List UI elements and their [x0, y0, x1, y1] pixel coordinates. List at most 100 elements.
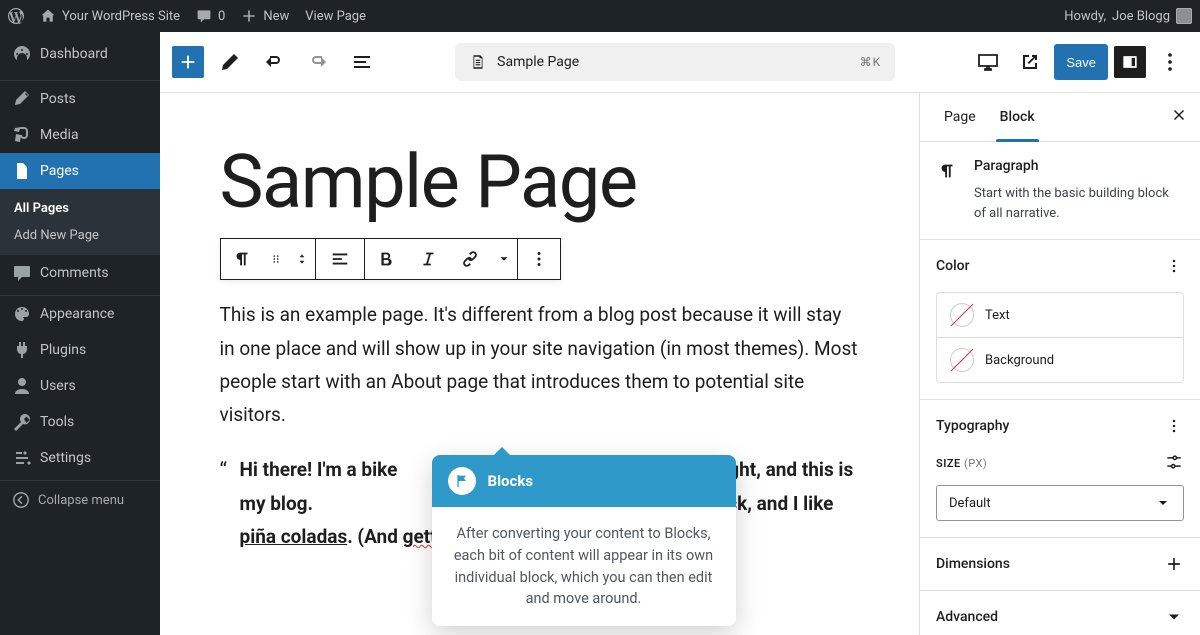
panel-color-header[interactable]: Color: [920, 240, 1200, 292]
media-icon: [12, 125, 32, 145]
add-block-button[interactable]: [172, 46, 204, 78]
new-link[interactable]: New: [233, 0, 297, 32]
redo-icon: [306, 50, 330, 74]
panel-dimensions-header[interactable]: Dimensions: [920, 538, 1200, 590]
tab-block[interactable]: Block: [988, 93, 1047, 141]
page-title[interactable]: Sample Page: [220, 145, 860, 220]
menu-settings[interactable]: Settings: [0, 440, 160, 476]
save-button[interactable]: Save: [1054, 44, 1108, 80]
menu-collapse[interactable]: Collapse menu: [0, 481, 160, 519]
menu-label: Users: [40, 378, 76, 394]
menu-label: Plugins: [40, 342, 86, 358]
menu-tools[interactable]: Tools: [0, 404, 160, 440]
menu-dashboard[interactable]: Dashboard: [0, 32, 160, 76]
tools-toggle-button[interactable]: [212, 44, 248, 80]
settings-sidebar: Page Block Paragraph Start with the basi…: [919, 93, 1200, 635]
editor-canvas[interactable]: Sample Page: [160, 93, 919, 635]
panel-block-info: Paragraph Start with the basic building …: [920, 142, 1200, 240]
italic-button[interactable]: [407, 238, 449, 280]
menu-pages[interactable]: Pages: [0, 153, 160, 189]
menu-label: Posts: [40, 91, 76, 107]
document-overview-button[interactable]: [344, 44, 380, 80]
bold-button[interactable]: [365, 238, 407, 280]
block-type-button[interactable]: [221, 238, 263, 280]
plus-icon: [1164, 554, 1184, 574]
editor-header: Sample Page ⌘K Save: [160, 32, 1200, 93]
comments-link[interactable]: 0: [188, 0, 233, 32]
more-format-button[interactable]: [491, 238, 517, 280]
plus-icon: [177, 51, 199, 73]
move-buttons[interactable]: [289, 238, 315, 280]
settings-toggle-button[interactable]: [1114, 46, 1146, 78]
bold-icon: [375, 248, 397, 270]
comment-count: 0: [218, 9, 225, 24]
link-pina-coladas[interactable]: piña coladas: [240, 525, 348, 548]
paragraph-block[interactable]: This is an example page. It's different …: [220, 298, 860, 431]
close-icon: [1170, 106, 1188, 124]
panel-color: Color Text Background: [920, 240, 1200, 400]
posts-icon: [12, 89, 32, 109]
align-button[interactable]: [316, 238, 364, 280]
close-settings-button[interactable]: [1170, 106, 1188, 128]
view-page-link[interactable]: View Page: [297, 0, 374, 32]
color-swatch-none-icon: [951, 304, 973, 326]
tab-page[interactable]: Page: [932, 93, 988, 141]
font-size-select[interactable]: Default: [936, 485, 1184, 521]
account-link[interactable]: Howdy, Joe Blogg: [1056, 0, 1200, 32]
menu-comments[interactable]: Comments: [0, 255, 160, 291]
color-text-button[interactable]: Text: [937, 293, 1183, 337]
flag-icon: [454, 473, 470, 489]
wordpress-logo-icon: [8, 8, 24, 24]
document-switcher[interactable]: Sample Page ⌘K: [455, 43, 895, 81]
menu-users[interactable]: Users: [0, 368, 160, 404]
move-up-down-icon: [295, 252, 309, 266]
menu-label: Comments: [40, 265, 109, 281]
settings-icon: [12, 448, 32, 468]
color-background-button[interactable]: Background: [937, 337, 1183, 382]
menu-label: Pages: [40, 163, 79, 179]
site-name-text: Your WordPress Site: [62, 9, 180, 24]
color-swatch-none-icon: [951, 349, 973, 371]
onboarding-tooltip: Blocks After converting your content to …: [432, 455, 736, 626]
external-link-icon: [1018, 50, 1042, 74]
undo-icon: [262, 50, 286, 74]
panel-typography: Typography SIZE (PX): [920, 400, 1200, 538]
dashboard-icon: [12, 44, 32, 64]
link-button[interactable]: [449, 238, 491, 280]
block-options-button[interactable]: [518, 238, 560, 280]
panel-typography-header[interactable]: Typography: [920, 400, 1200, 452]
undo-button[interactable]: [256, 44, 292, 80]
site-name-link[interactable]: Your WordPress Site: [32, 0, 188, 32]
chevron-down-icon: [497, 252, 511, 266]
admin-menu: Dashboard Posts Media Pages All Pages Ad…: [0, 32, 160, 635]
link-icon: [459, 248, 481, 270]
howdy-prefix: Howdy,: [1064, 9, 1106, 24]
view-page-label: View Page: [305, 9, 366, 24]
kebab-icon: [1164, 256, 1184, 276]
block-name: Paragraph: [974, 158, 1184, 174]
menu-pages-sub: All Pages Add New Page: [0, 189, 160, 255]
new-label: New: [263, 9, 289, 24]
options-button[interactable]: [1152, 44, 1188, 80]
menu-media[interactable]: Media: [0, 117, 160, 153]
menu-plugins[interactable]: Plugins: [0, 332, 160, 368]
redo-button[interactable]: [300, 44, 336, 80]
menu-posts[interactable]: Posts: [0, 81, 160, 117]
view-page-button[interactable]: [1012, 44, 1048, 80]
kebab-icon: [528, 248, 550, 270]
menu-label: Settings: [40, 450, 91, 466]
submenu-all-pages[interactable]: All Pages: [0, 195, 160, 222]
wp-logo[interactable]: [0, 0, 32, 32]
submenu-add-new-page[interactable]: Add New Page: [0, 222, 160, 249]
sidebar-icon: [1120, 52, 1140, 72]
drag-icon: [269, 252, 283, 266]
menu-appearance[interactable]: Appearance: [0, 296, 160, 332]
avatar: [1176, 8, 1192, 24]
view-button[interactable]: [970, 44, 1006, 80]
drag-handle[interactable]: [263, 238, 289, 280]
panel-advanced-header[interactable]: Advanced: [920, 591, 1200, 635]
kebab-icon: [1158, 50, 1182, 74]
appearance-icon: [12, 304, 32, 324]
panel-advanced: Advanced: [920, 591, 1200, 635]
custom-size-toggle[interactable]: [1164, 452, 1184, 475]
